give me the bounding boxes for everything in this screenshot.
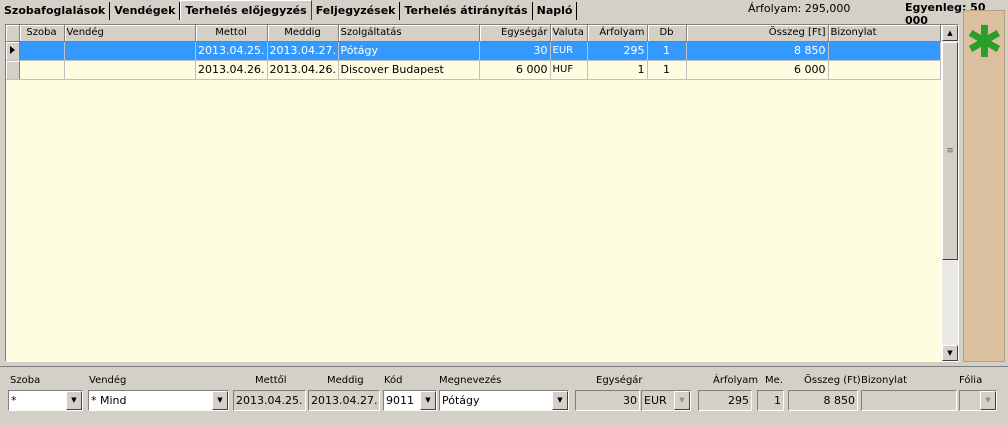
grid-header-row: Szoba Vendég Mettol Meddig Szolgáltatás … [6,25,941,42]
scroll-down-icon[interactable]: ▼ [942,345,958,361]
cell-vendeg [64,60,196,80]
col-header-db[interactable]: Db [647,25,687,42]
label-egysegar: Egységár [596,375,643,386]
label-kod: Kód [384,375,403,386]
chevron-down-icon[interactable]: ▼ [980,391,996,410]
tab-szobafoglalasok[interactable]: Szobafoglalások [0,2,111,20]
tab-naplo[interactable]: Napló [532,2,578,20]
table-row[interactable]: 2013.04.25. 2013.04.27. Pótágy 30 EUR 29… [6,41,941,61]
valuta-value: EUR [644,394,667,407]
cell-db: 1 [647,60,687,80]
valuta-select[interactable]: EUR ▼ [641,390,691,411]
cell-arfolyam: 295 [587,41,648,61]
folia-select[interactable]: ▼ [959,390,997,411]
scroll-thumb[interactable]: ≡ [942,42,958,260]
col-header-egysegar[interactable]: Egységár [479,25,551,42]
label-megnevezes: Megnevezés [439,375,502,386]
tab-bar: Szobafoglalások Vendégek Terhelés előjeg… [0,0,578,20]
col-header-meddig[interactable]: Meddig [267,25,339,42]
col-header-bizonylat[interactable]: Bizonylat [828,25,941,42]
col-header-arfolyam[interactable]: Árfolyam [587,25,648,42]
chevron-down-icon[interactable]: ▼ [674,391,690,410]
col-header-mettol[interactable]: Mettol [195,25,268,42]
table-row[interactable]: 2013.04.26. 2013.04.26. Discover Budapes… [6,60,941,80]
cell-mettol: 2013.04.26. [195,60,268,80]
side-panel: ✱ [963,10,1005,362]
cell-osszeg: 6 000 [686,60,829,80]
row-indicator-icon [6,41,20,61]
label-me: Me. [765,375,783,386]
label-mettol: Mettől [255,375,287,386]
col-header-szoba[interactable]: Szoba [19,25,65,42]
me-field[interactable]: 1 [757,390,784,411]
chevron-down-icon[interactable]: ▼ [66,391,82,410]
tab-vendegek[interactable]: Vendégek [110,2,181,20]
mettol-field[interactable]: 2013.04.25. [233,390,306,411]
megnevezes-value: Pótágy [442,394,480,407]
megnevezes-select[interactable]: Pótágy ▼ [439,390,569,411]
cell-egysegar: 6 000 [479,60,551,80]
cell-db: 1 [647,41,687,61]
cell-szolgaltatas: Pótágy [338,41,480,61]
col-header-vendeg[interactable]: Vendég [64,25,196,42]
charges-grid: Szoba Vendég Mettol Meddig Szolgáltatás … [5,24,959,362]
vendeg-select[interactable]: * Mind ▼ [88,390,229,411]
cell-valuta: HUF [550,60,588,80]
label-vendeg: Vendég [89,375,127,386]
cell-meddig: 2013.04.27. [267,41,339,61]
arfolyam-field[interactable]: 295 [698,390,752,411]
cell-egysegar: 30 [479,41,551,61]
asterisk-icon[interactable]: ✱ [966,21,1003,65]
kod-select[interactable]: 9011 ▼ [383,390,437,411]
cell-mettol: 2013.04.25. [195,41,268,61]
chevron-down-icon[interactable]: ▼ [212,391,228,410]
cell-vendeg [64,41,196,61]
chevron-down-icon[interactable]: ▼ [420,391,436,410]
egysegar-field[interactable]: 30 [575,390,640,411]
col-header-osszeg[interactable]: Összeg [Ft] [686,25,829,42]
label-arfolyam: Árfolyam [713,375,759,386]
cell-szoba [19,41,65,61]
cell-szoba [19,60,65,80]
row-indicator [6,60,20,80]
meddig-field[interactable]: 2013.04.27. [308,390,380,411]
grid-vertical-scrollbar[interactable]: ▲ ≡ ▼ [942,25,958,361]
label-bizonylat: Bizonylat [861,375,908,386]
label-meddig: Meddig [327,375,364,386]
tab-terheles-elojegyzes[interactable]: Terhelés előjegyzés [180,0,312,20]
scroll-up-icon[interactable]: ▲ [942,25,958,41]
vendeg-value: * Mind [91,394,127,407]
edit-form: Szoba Vendég Mettől Meddig Kód Megnevezé… [0,366,1008,425]
label-folia: Fólia [959,375,983,386]
grid-header-indicator [6,25,20,42]
tab-feljegyzesek[interactable]: Feljegyzések [311,2,401,20]
label-szoba: Szoba [10,375,41,386]
cell-bizonylat [828,60,941,80]
cell-valuta: EUR [550,41,588,61]
label-osszeg: Összeg (Ft) [804,375,861,386]
osszeg-field[interactable]: 8 850 [788,390,858,411]
chevron-down-icon[interactable]: ▼ [552,391,568,410]
exchange-rate-label: Árfolyam: 295,000 [748,2,851,15]
szoba-value: * [11,394,17,407]
cell-szolgaltatas: Discover Budapest [338,60,480,80]
cell-meddig: 2013.04.26. [267,60,339,80]
cell-arfolyam: 1 [587,60,648,80]
kod-value: 9011 [386,394,414,407]
col-header-szolgaltatas[interactable]: Szolgáltatás [338,25,480,42]
bizonylat-field[interactable] [861,390,957,411]
szoba-select[interactable]: * ▼ [8,390,83,411]
cell-osszeg: 8 850 [686,41,829,61]
col-header-valuta[interactable]: Valuta [550,25,588,42]
cell-bizonylat [828,41,941,61]
tab-terheles-atiranyitas[interactable]: Terhelés átirányítás [400,2,533,20]
